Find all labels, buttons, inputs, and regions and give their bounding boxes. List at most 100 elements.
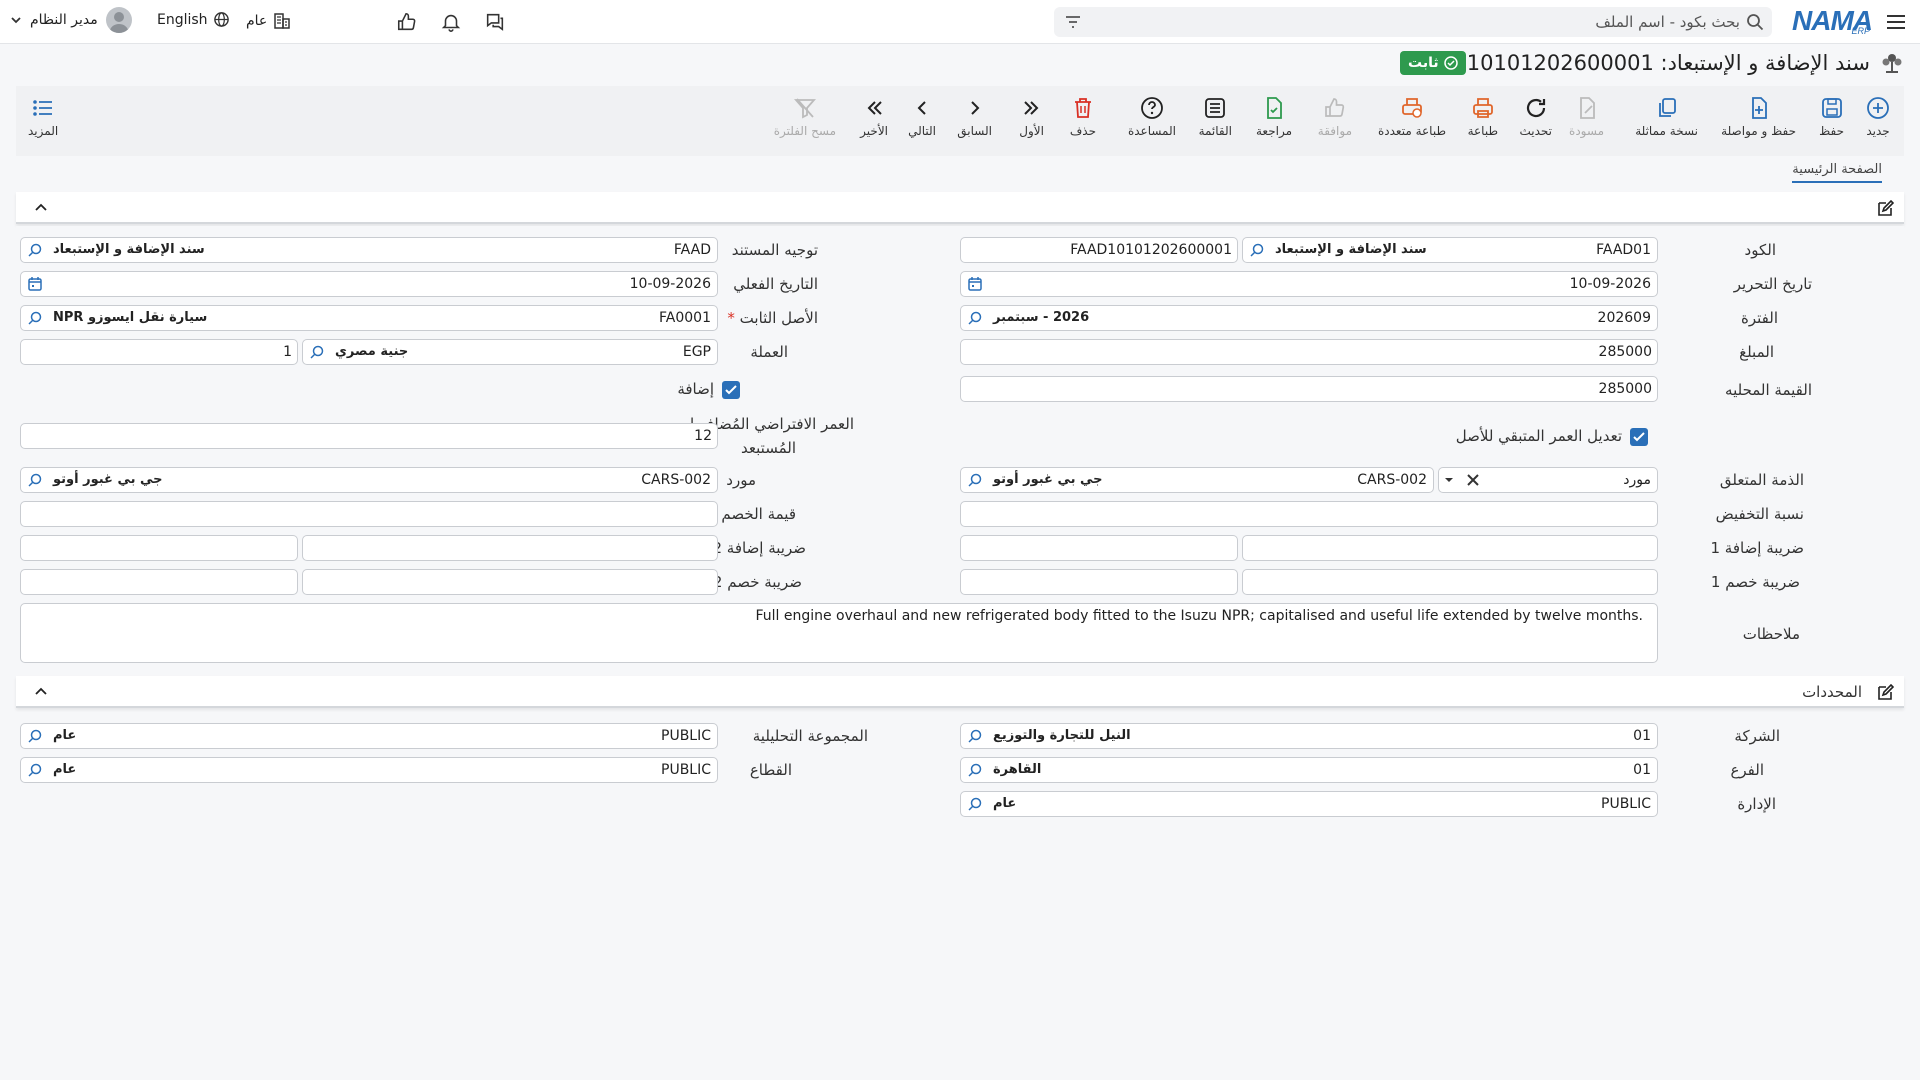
lookup-icon[interactable]	[27, 762, 43, 778]
branch-field[interactable]: 01 القاهرة	[960, 757, 1658, 783]
lookup-icon[interactable]	[967, 762, 983, 778]
sector-field[interactable]: PUBLIC عام	[20, 757, 718, 783]
plus-circle-icon	[1867, 97, 1889, 119]
entry-date-field[interactable]: 10-09-2026	[960, 271, 1658, 297]
tab-home[interactable]: الصفحة الرئيسية	[1792, 162, 1882, 183]
tabs: الصفحة الرئيسية	[16, 156, 1904, 188]
public-label: عام	[246, 13, 268, 29]
ded-tax-1-value[interactable]	[960, 569, 1238, 595]
chevron-up-icon[interactable]	[34, 685, 48, 699]
ded-tax-2-field[interactable]	[302, 569, 718, 595]
double-chevron-icon	[1023, 101, 1039, 115]
close-icon[interactable]	[1467, 468, 1479, 492]
company-field[interactable]: 01 النيل للتجارة والتوزيع	[960, 723, 1658, 749]
chevron-up-icon[interactable]	[34, 201, 48, 215]
period-field[interactable]: 202609 2026 - سبتمبر	[960, 305, 1658, 331]
code-field[interactable]: FAAD01 سند الإضافة و الإستبعاد	[1242, 237, 1658, 263]
department-label: الإدارة	[1737, 795, 1776, 813]
lookup-icon[interactable]	[967, 310, 983, 326]
addition-checkbox[interactable]	[722, 381, 740, 399]
print-button[interactable]: طباعة	[1468, 96, 1498, 138]
help-button[interactable]: المساعدة	[1128, 96, 1176, 138]
calendar-icon[interactable]	[27, 276, 43, 292]
related-party-type-select[interactable]: مورد	[1438, 467, 1658, 493]
analysis-group-field[interactable]: PUBLIC عام	[20, 723, 718, 749]
add-tax-1-field[interactable]	[1242, 535, 1658, 561]
clear-filter-button[interactable]: مسح الفلترة	[774, 96, 836, 138]
dropdown-arrow-icon[interactable]	[1443, 468, 1455, 492]
printer-icon	[1472, 98, 1493, 118]
duplicate-button[interactable]: نسخة مماثلة	[1635, 96, 1698, 138]
lookup-icon[interactable]	[967, 796, 983, 812]
ded-tax-1-field[interactable]	[1242, 569, 1658, 595]
chevron-down-icon	[11, 17, 21, 24]
local-value-field[interactable]: 285000	[960, 376, 1658, 402]
add-tax-2-field[interactable]	[302, 535, 718, 561]
thumbs-up-icon[interactable]	[394, 9, 420, 35]
language-selector[interactable]: English	[157, 11, 230, 28]
exchange-rate-field[interactable]: 1	[20, 339, 298, 365]
logo-subtext: ERP	[1851, 26, 1870, 36]
discount-value-field[interactable]	[20, 501, 718, 527]
discount-rate-field[interactable]	[960, 501, 1658, 527]
delete-button[interactable]: حذف	[1070, 96, 1096, 138]
last-button[interactable]: الأخير	[860, 96, 888, 138]
lookup-icon[interactable]	[1249, 242, 1265, 258]
ded-tax-2-label: ضريبة خصم 2	[713, 573, 802, 591]
draft-button[interactable]: مسودة	[1569, 96, 1604, 138]
edit-icon[interactable]	[1876, 200, 1894, 218]
fixed-asset-field[interactable]: FA0001 سيارة نقل ايسوزو NPR	[20, 305, 718, 331]
chat-icon[interactable]	[482, 9, 508, 35]
bell-icon[interactable]	[438, 9, 464, 35]
list-button[interactable]: القائمة	[1199, 96, 1232, 138]
review-button[interactable]: مراجعة	[1256, 96, 1292, 138]
currency-field[interactable]: EGP جنية مصري	[302, 339, 718, 365]
supplier-field[interactable]: CARS-002 جي بي غبور أوتو	[20, 467, 718, 493]
actual-date-field[interactable]: 10-09-2026	[20, 271, 718, 297]
approve-button[interactable]: موافقة	[1318, 96, 1352, 138]
chevron-left-icon	[917, 101, 926, 115]
dimensions-form: الشركة الفرع الإدارة المجموعة التحليلية …	[16, 712, 1904, 824]
multi-print-button[interactable]: طباعة متعددة	[1378, 96, 1446, 138]
add-tax-2-value[interactable]	[20, 535, 298, 561]
new-button[interactable]: جديد	[1866, 96, 1890, 138]
lookup-icon[interactable]	[27, 310, 43, 326]
refresh-button[interactable]: تحديث	[1519, 96, 1552, 138]
draft-icon	[1579, 97, 1595, 119]
user-menu[interactable]: مدير النظام	[10, 7, 132, 33]
next-button[interactable]: التالي	[908, 96, 936, 138]
more-button[interactable]: المزيد	[28, 96, 58, 138]
analysis-group-label: المجموعة التحليلية	[752, 727, 868, 745]
edit-icon[interactable]	[1876, 684, 1894, 702]
adjust-life-checkbox[interactable]	[1630, 428, 1648, 446]
lookup-icon[interactable]	[967, 728, 983, 744]
lookup-icon[interactable]	[309, 344, 325, 360]
search-input[interactable]	[1140, 11, 1740, 33]
public-selector[interactable]: عام	[246, 11, 292, 31]
company-label: الشركة	[1734, 727, 1780, 745]
add-tax-1-value[interactable]	[960, 535, 1238, 561]
first-button[interactable]: الأول	[1019, 96, 1044, 138]
title-bar: سند الإضافة و الإستبعاد: FAAD10101202600…	[0, 44, 1920, 84]
save-button[interactable]: حفظ	[1819, 96, 1844, 138]
nama-logo[interactable]: NAMA ERP	[1788, 4, 1873, 38]
useful-life-field[interactable]: 12	[20, 423, 718, 449]
department-field[interactable]: PUBLIC عام	[960, 791, 1658, 817]
related-party-field[interactable]: CARS-002 جي بي غبور أوتو	[960, 467, 1434, 493]
filter-icon[interactable]	[1064, 13, 1082, 31]
ded-tax-2-value[interactable]	[20, 569, 298, 595]
amount-field[interactable]: 285000	[960, 339, 1658, 365]
lookup-icon[interactable]	[27, 728, 43, 744]
menu-icon[interactable]	[1884, 10, 1908, 34]
doc-direction-field[interactable]: FAAD سند الإضافة و الإستبعاد	[20, 237, 718, 263]
lookup-icon[interactable]	[967, 472, 983, 488]
save-continue-button[interactable]: حفظ و مواصلة	[1721, 96, 1796, 138]
search-icon[interactable]	[1746, 13, 1764, 31]
lookup-icon[interactable]	[27, 242, 43, 258]
calendar-icon[interactable]	[967, 276, 983, 292]
previous-button[interactable]: السابق	[957, 96, 992, 138]
lookup-icon[interactable]	[27, 472, 43, 488]
actual-date-label: التاريخ الفعلي	[733, 275, 818, 293]
notes-field[interactable]: Full engine overhaul and new refrigerate…	[20, 603, 1658, 663]
notes-label: ملاحظات	[1742, 625, 1800, 643]
